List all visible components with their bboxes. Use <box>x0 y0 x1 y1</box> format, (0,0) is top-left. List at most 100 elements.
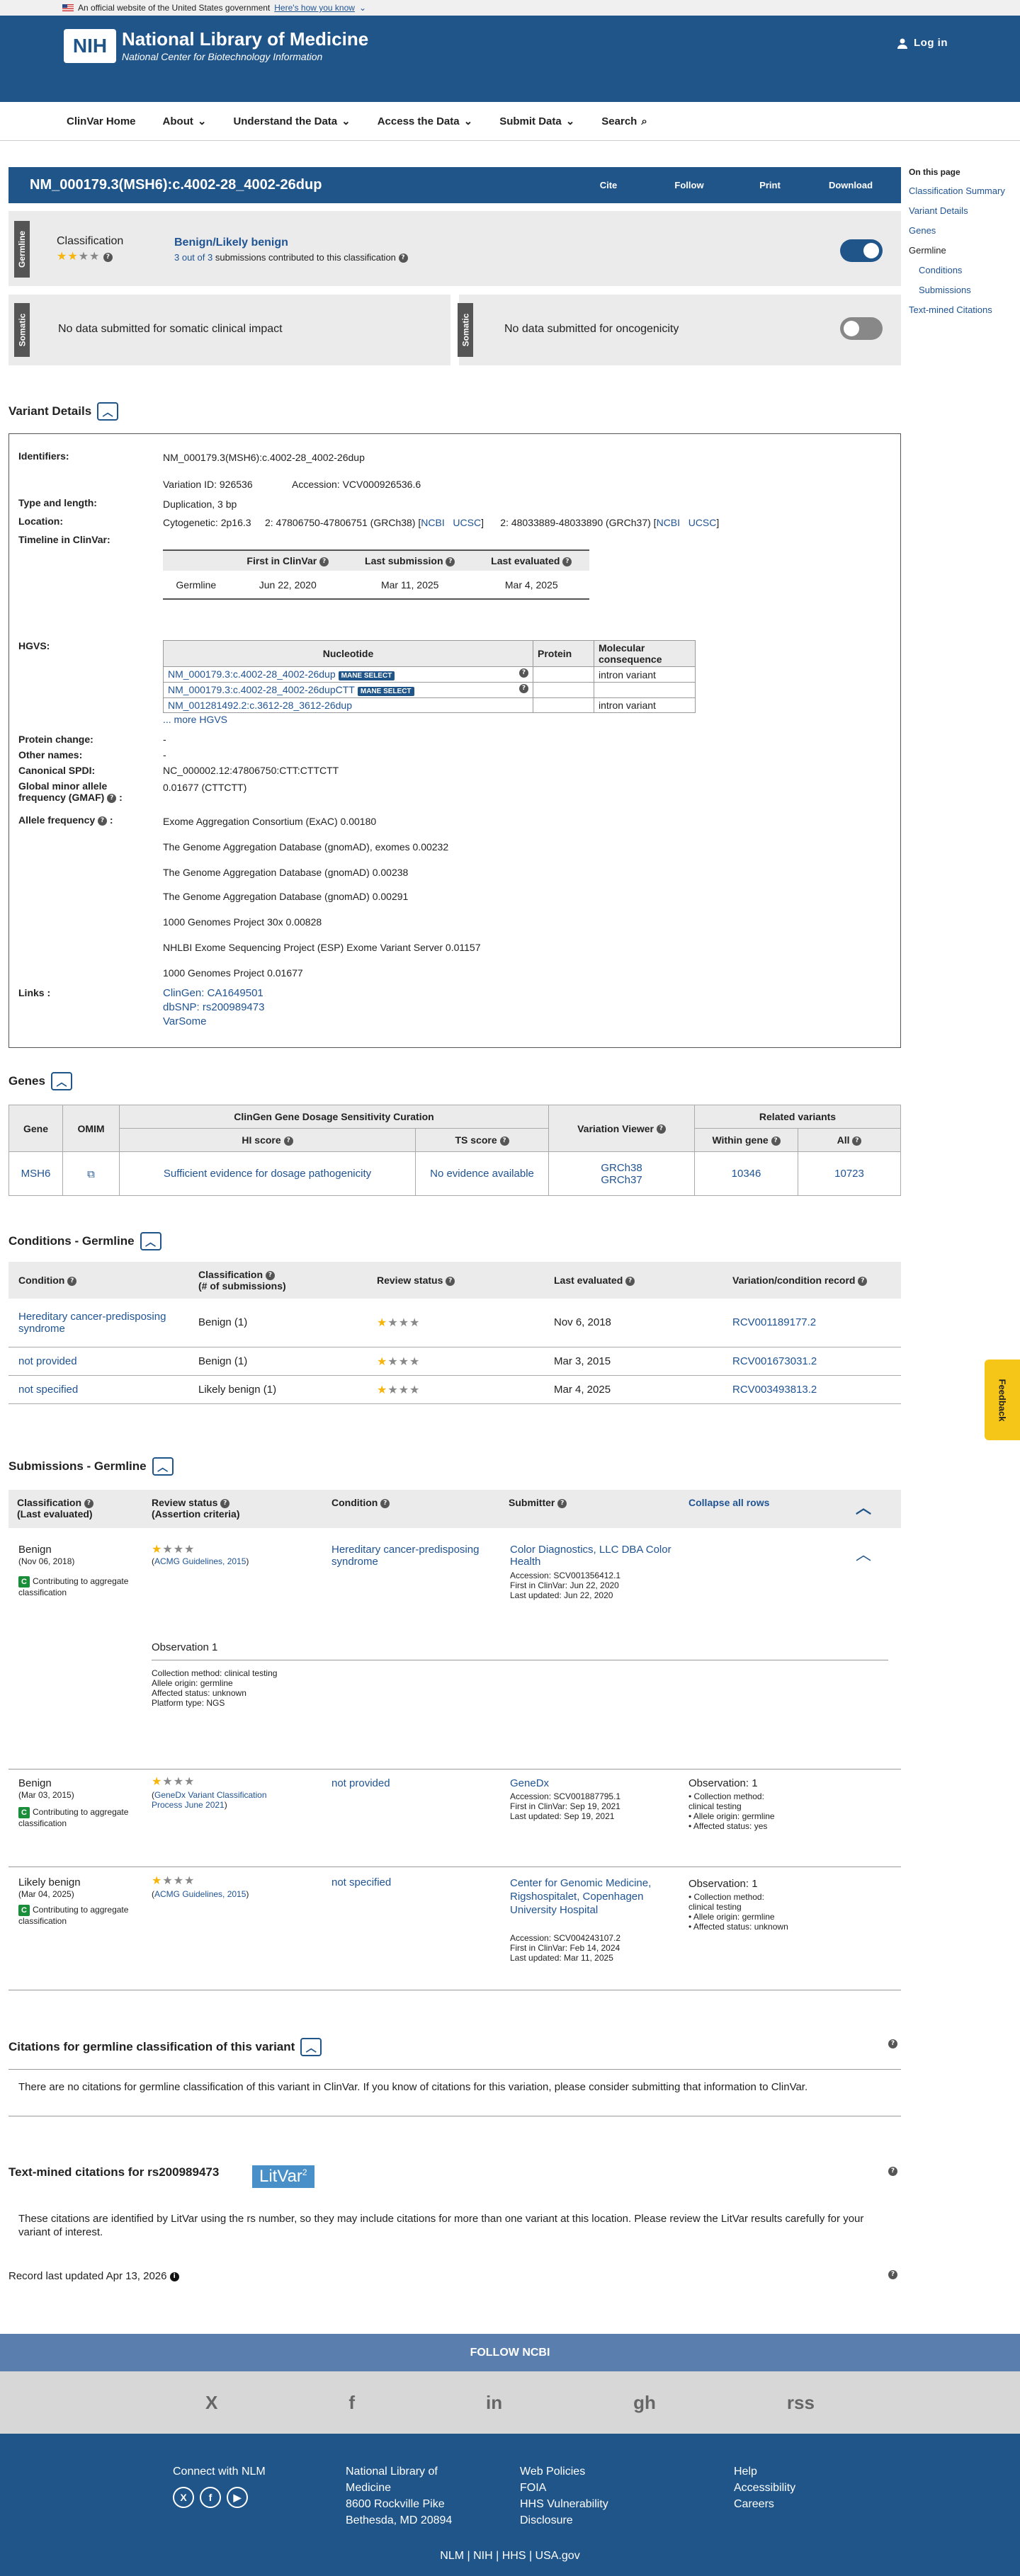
help-link[interactable]: Help <box>734 2463 795 2480</box>
ucsc-link[interactable]: UCSC <box>688 517 717 528</box>
help-icon[interactable]: ? <box>446 1276 455 1286</box>
more-hgvs-link[interactable]: ... more HGVS <box>163 714 227 725</box>
ncbi-link[interactable]: NCBI <box>421 517 444 528</box>
follow-button[interactable]: Follow <box>649 180 730 190</box>
help-icon[interactable]: ? <box>265 1270 275 1280</box>
help-icon[interactable]: ? <box>771 1136 781 1146</box>
github-icon[interactable]: gh <box>633 2392 656 2414</box>
hi-score-link[interactable]: Sufficient evidence for dosage pathogeni… <box>119 1151 416 1196</box>
sub1-submitter[interactable]: Color Diagnostics, LLC DBA Color Health <box>510 1544 673 1568</box>
nih-logo[interactable]: NIH <box>64 29 116 63</box>
nav-submit[interactable]: Submit Data ⌄ <box>499 115 574 128</box>
help-icon[interactable]: ? <box>858 1276 868 1286</box>
foia-link[interactable]: FOIA <box>520 2480 608 2496</box>
criteria-link[interactable]: GeneDx Variant Classification Process Ju… <box>152 1790 267 1810</box>
sub2-submitter[interactable]: GeneDx <box>510 1777 549 1789</box>
sub3-condition[interactable]: not specified <box>332 1876 391 1888</box>
info-icon[interactable]: i <box>169 2272 179 2281</box>
how-you-know-link[interactable]: Here's how you know <box>274 3 355 13</box>
dbsnp-link[interactable]: dbSNP: rs200989473 <box>163 1001 264 1013</box>
help-icon[interactable]: ? <box>380 1498 390 1508</box>
otp-germline[interactable]: Germline <box>909 245 1020 256</box>
feedback-button[interactable]: Feedback <box>985 1360 1020 1440</box>
facebook-icon[interactable]: f <box>200 2487 221 2508</box>
help-icon[interactable]: ? <box>98 816 108 826</box>
help-icon[interactable]: ? <box>519 668 528 678</box>
collapse-chevron-icon[interactable]: ︿ <box>50 1072 72 1090</box>
help-icon[interactable]: ? <box>625 1276 635 1286</box>
collapse-chevron-icon[interactable]: ︿ <box>856 1495 871 1518</box>
grch37-link[interactable]: GRCh37 <box>549 1174 694 1186</box>
oncogenicity-toggle[interactable] <box>840 317 883 340</box>
all-variants-link[interactable]: 10723 <box>798 1151 901 1196</box>
otp-classification-summary[interactable]: Classification Summary <box>909 186 1020 196</box>
help-icon[interactable]: ? <box>84 1498 94 1508</box>
nav-search[interactable]: Search ⌕ <box>601 115 647 127</box>
otp-genes[interactable]: Genes <box>909 225 1020 236</box>
nav-access[interactable]: Access the Data ⌄ <box>378 115 472 128</box>
x-icon[interactable]: X <box>205 2392 217 2414</box>
rcv-link[interactable]: RCV001673031.2 <box>722 1347 901 1376</box>
cite-button[interactable]: Cite <box>568 180 649 190</box>
print-button[interactable]: Print <box>730 180 810 190</box>
omim-external-link-icon[interactable]: ⧉ <box>62 1151 120 1196</box>
grch38-link[interactable]: GRCh38 <box>549 1162 694 1174</box>
help-icon[interactable]: ? <box>499 1136 509 1146</box>
disclosure-link[interactable]: Disclosure <box>520 2512 608 2529</box>
help-icon[interactable]: ? <box>656 1124 666 1134</box>
help-icon[interactable]: ? <box>519 684 528 693</box>
help-icon[interactable]: ? <box>283 1136 293 1146</box>
help-icon[interactable]: ? <box>888 2167 897 2176</box>
varsome-link[interactable]: VarSome <box>163 1015 206 1027</box>
ts-score-link[interactable]: No evidence available <box>415 1151 549 1196</box>
rss-icon[interactable]: rss <box>787 2392 815 2414</box>
help-icon[interactable]: ? <box>888 2270 897 2279</box>
collapse-chevron-icon[interactable]: ︿ <box>97 402 119 421</box>
download-button[interactable]: Download <box>810 180 891 190</box>
hhs-vulnerability-link[interactable]: HHS Vulnerability <box>520 2496 608 2512</box>
ucsc-link[interactable]: UCSC <box>453 517 481 528</box>
expand-chevron-icon[interactable]: ︿ <box>856 1542 871 1565</box>
rcv-link[interactable]: RCV003493813.2 <box>722 1375 901 1404</box>
condition-link[interactable]: not specified <box>8 1375 188 1404</box>
address-line[interactable]: National Library of <box>346 2463 452 2480</box>
criteria-link[interactable]: ACMG Guidelines, 2015 <box>154 1556 246 1566</box>
hgvs-link[interactable]: NM_000179.3:c.4002-28_4002-26dup <box>168 668 336 680</box>
help-icon[interactable]: ? <box>103 252 113 262</box>
accessibility-link[interactable]: Accessibility <box>734 2480 795 2496</box>
within-gene-link[interactable]: 10346 <box>694 1151 798 1196</box>
otp-variant-details[interactable]: Variant Details <box>909 205 1020 216</box>
hgvs-link[interactable]: NM_001281492.2:c.3612-28_3612-26dup <box>168 700 352 711</box>
nav-about[interactable]: About ⌄ <box>163 115 207 128</box>
help-icon[interactable]: ? <box>446 557 455 566</box>
gene-link[interactable]: MSH6 <box>8 1151 63 1196</box>
sub3-submitter[interactable]: Center for Genomic Medicine, Rigshospita… <box>510 1876 652 1917</box>
site-title[interactable]: National Library of Medicine <box>122 28 368 50</box>
youtube-icon[interactable]: ▶ <box>227 2487 248 2508</box>
criteria-link[interactable]: ACMG Guidelines, 2015 <box>154 1889 246 1899</box>
clingen-link[interactable]: ClinGen: CA1649501 <box>163 987 264 999</box>
submissions-count-link[interactable]: 3 out of 3 <box>174 252 212 263</box>
otp-conditions[interactable]: Conditions <box>909 265 1020 275</box>
help-icon[interactable]: ? <box>398 253 408 263</box>
help-icon[interactable]: ? <box>319 557 329 566</box>
nav-clinvar-home[interactable]: ClinVar Home <box>67 115 136 127</box>
collapse-chevron-icon[interactable]: ︿ <box>140 1232 162 1250</box>
help-icon[interactable]: ? <box>562 557 572 566</box>
otp-text-mined[interactable]: Text-mined Citations <box>909 304 1020 315</box>
rcv-link[interactable]: RCV001189177.2 <box>722 1299 901 1347</box>
collapse-all-rows-link[interactable]: Collapse all rows <box>688 1497 769 1508</box>
help-icon[interactable]: ? <box>888 2039 897 2048</box>
sub2-condition[interactable]: not provided <box>332 1777 390 1789</box>
nav-understand[interactable]: Understand the Data ⌄ <box>233 115 350 128</box>
ncbi-link[interactable]: NCBI <box>657 517 680 528</box>
x-icon[interactable]: X <box>173 2487 194 2508</box>
help-icon[interactable]: ? <box>67 1276 77 1286</box>
litvar-logo[interactable]: LitVar2 <box>252 2165 314 2188</box>
help-icon[interactable]: ? <box>557 1498 567 1508</box>
help-icon[interactable]: ? <box>107 793 117 803</box>
help-icon[interactable]: ? <box>220 1498 230 1508</box>
web-policies-link[interactable]: Web Policies <box>520 2463 608 2480</box>
germline-toggle[interactable] <box>840 239 883 262</box>
collapse-chevron-icon[interactable]: ︿ <box>300 2038 322 2056</box>
